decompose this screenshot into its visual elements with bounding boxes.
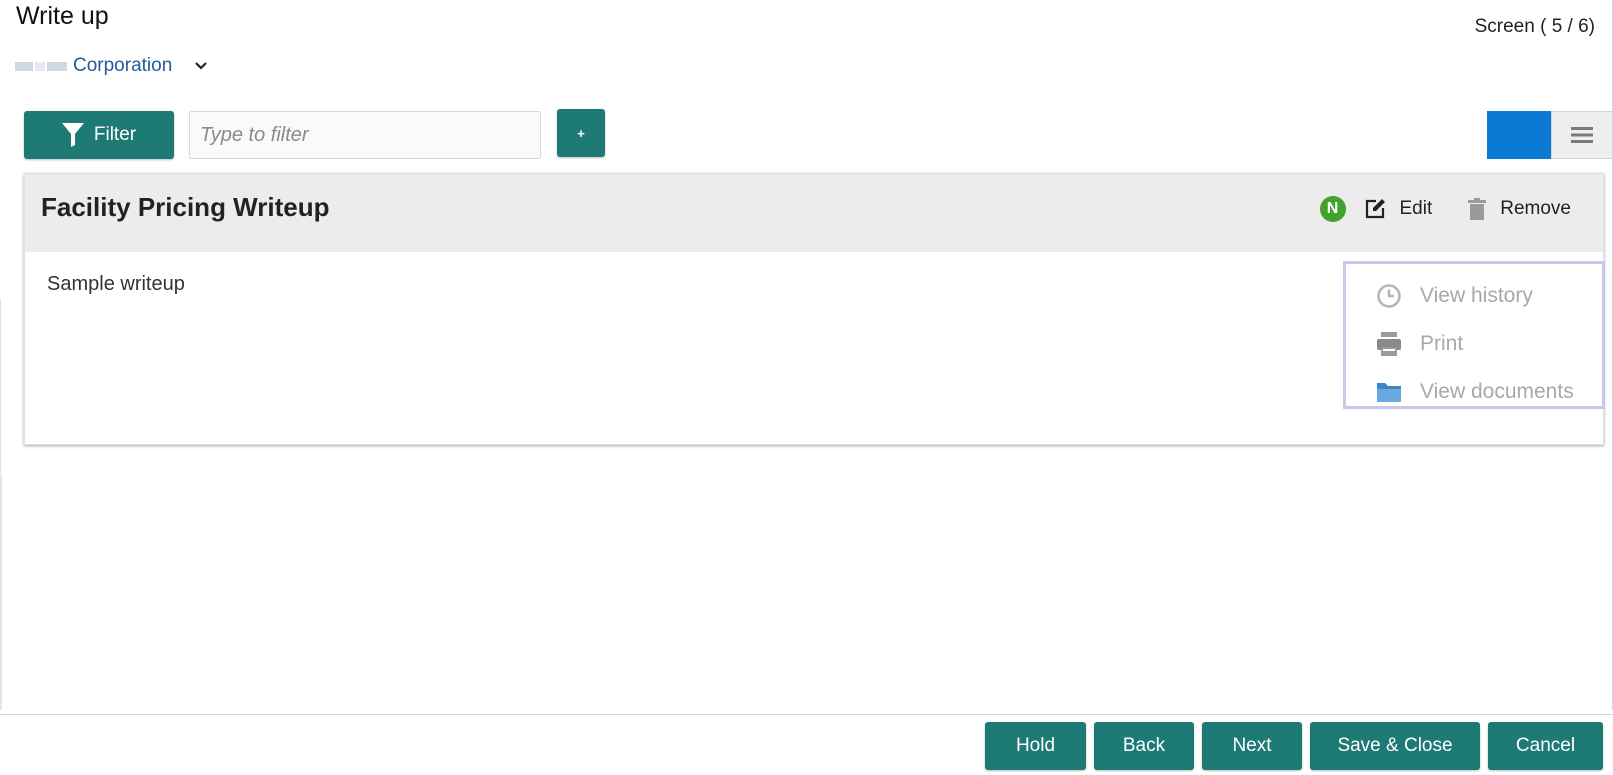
list-view-icon[interactable]: [1551, 111, 1613, 159]
filter-button[interactable]: Filter: [24, 111, 174, 159]
clock-icon: [1377, 284, 1401, 308]
card-header: Facility Pricing Writeup N Edit Remove: [25, 174, 1603, 252]
card-body-text: Sample writeup: [47, 273, 185, 295]
card-overflow-menu: View history Print View documents: [1343, 261, 1605, 409]
filter-input[interactable]: [189, 111, 541, 159]
chevron-down-icon[interactable]: [192, 57, 210, 75]
folder-icon: [1377, 383, 1401, 402]
left-edge-rule: [0, 300, 1, 475]
menu-item-label: View documents: [1420, 380, 1574, 403]
edit-button[interactable]: Edit: [1364, 198, 1433, 220]
page-title: Write up: [16, 2, 109, 30]
printer-icon: [1377, 332, 1401, 356]
writeup-card: Facility Pricing Writeup N Edit Remove S…: [24, 173, 1605, 445]
menu-item-label: View history: [1420, 284, 1533, 307]
entity-name: Corporation: [73, 55, 173, 76]
grid-view-icon[interactable]: [1487, 111, 1551, 159]
card-actions: N Edit Remove: [1319, 196, 1604, 222]
redacted-name: [15, 61, 69, 71]
footer-divider: [0, 714, 1613, 715]
left-edge-rule-lower: [0, 475, 2, 710]
back-button[interactable]: Back: [1094, 722, 1194, 770]
cancel-button[interactable]: Cancel: [1488, 722, 1603, 770]
card-title: Facility Pricing Writeup: [41, 192, 330, 222]
save-close-button[interactable]: Save & Close: [1310, 722, 1480, 770]
entity-selector[interactable]: Corporation: [15, 55, 210, 77]
menu-item-view-documents[interactable]: View documents: [1346, 368, 1602, 416]
menu-item-view-history[interactable]: View history: [1346, 272, 1602, 320]
edit-icon: [1365, 199, 1385, 219]
menu-item-label: Print: [1420, 332, 1464, 355]
edit-label: Edit: [1399, 198, 1433, 219]
remove-label: Remove: [1500, 198, 1571, 219]
funnel-icon: [61, 123, 84, 147]
remove-button[interactable]: Remove: [1468, 198, 1571, 220]
menu-item-print[interactable]: Print: [1346, 320, 1602, 368]
filter-button-label: Filter: [93, 124, 137, 145]
screen-indicator: Screen ( 5 / 6): [1474, 16, 1595, 37]
footer-actions: Hold Back Next Save & Close Cancel: [977, 722, 1603, 770]
hold-button[interactable]: Hold: [985, 722, 1086, 770]
view-toggle: [1487, 111, 1613, 159]
status-badge: N: [1319, 196, 1346, 222]
next-button[interactable]: Next: [1202, 722, 1302, 770]
add-button[interactable]: +: [557, 109, 605, 157]
trash-icon: [1468, 198, 1487, 220]
